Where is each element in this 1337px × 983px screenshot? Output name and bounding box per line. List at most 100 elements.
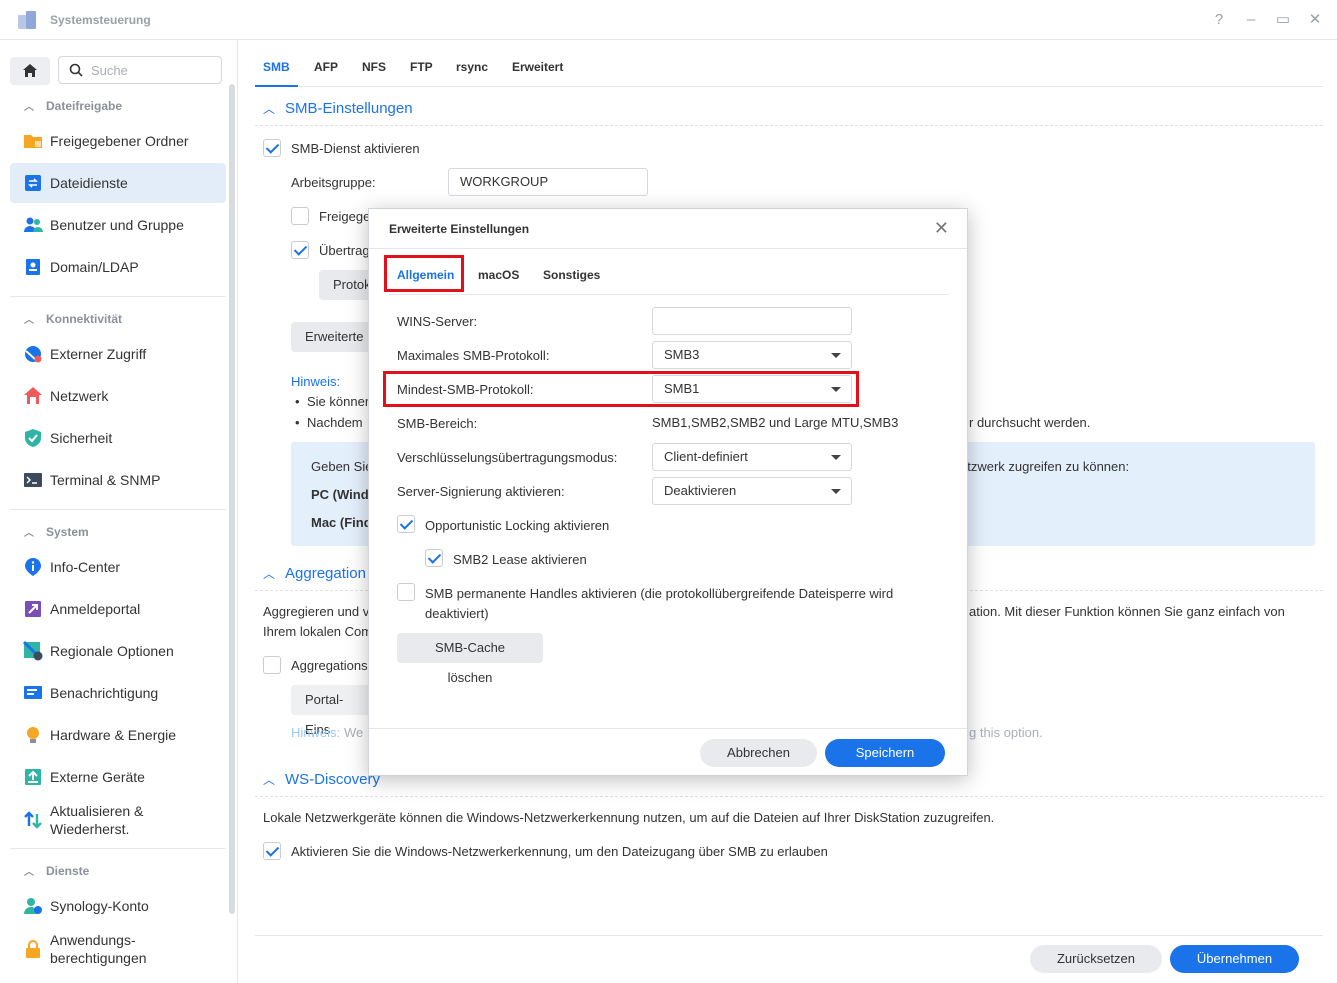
signing-label: Server-Signierung aktivieren: (397, 484, 565, 499)
help-icon[interactable]: ? (1211, 10, 1227, 30)
control-panel-icon (16, 9, 38, 31)
encryption-select[interactable]: Client-definiert (652, 443, 852, 471)
durable-handles-label-2: deaktiviert) (425, 606, 489, 621)
share-label: Freigege (319, 209, 371, 224)
smb-section-header[interactable]: ︿ SMB-Einstellungen (263, 100, 413, 117)
sidebar-item-externe-geraete[interactable]: Externe Geräte (10, 757, 226, 797)
signing-select[interactable]: Deaktivieren (652, 477, 852, 505)
reset-button[interactable]: Zurücksetzen (1030, 945, 1162, 973)
sidebar-item-benutzer-gruppe[interactable]: Benutzer und Gruppe (10, 205, 226, 245)
transfer-checkbox[interactable] (291, 241, 309, 259)
section-dateifreigabe[interactable]: ︿ Dateifreigabe (24, 98, 123, 114)
aggregation-desc-1-tail: ation. Mit dieser Funktion können Sie ga… (969, 604, 1285, 619)
info-mac: Mac (Find (311, 515, 372, 530)
aggregation-checkbox[interactable] (263, 656, 281, 674)
search-input[interactable]: Suche (58, 56, 222, 84)
terminal-icon (22, 469, 44, 491)
workgroup-input[interactable]: WORKGROUP (448, 168, 648, 196)
wins-input[interactable] (652, 307, 852, 335)
aggregation-hint-label: Hinweis: (291, 725, 341, 740)
chevron-up-icon: ︿ (263, 773, 276, 787)
chevron-up-icon: ︿ (263, 102, 276, 116)
sidebar-item-domain-ldap[interactable]: Domain/LDAP (10, 247, 226, 287)
regional-options-icon (22, 640, 44, 662)
sidebar-item-terminal-snmp[interactable]: Terminal & SNMP (10, 460, 226, 500)
cancel-button[interactable]: Abbrechen (700, 739, 817, 767)
lightbulb-icon (22, 724, 44, 746)
advanced-settings-dialog: Erweiterte Einstellungen ✕ Allgemein mac… (368, 208, 968, 776)
section-label: Dateifreigabe (46, 98, 123, 113)
tab-afp[interactable]: AFP (314, 60, 338, 74)
chevron-up-icon: ︿ (24, 102, 34, 113)
workgroup-label: Arbeitsgruppe: (291, 175, 376, 190)
sidebar-item-synology-konto[interactable]: Synology-Konto (10, 886, 226, 926)
lease-label: SMB2 Lease aktivieren (453, 552, 587, 567)
search-icon (69, 63, 83, 77)
ws-discovery-section-header[interactable]: ︿ WS-Discovery (263, 771, 380, 788)
sidebar-item-benachrichtigung[interactable]: Benachrichtigung (10, 673, 226, 713)
aggregation-checkbox-label: Aggregations (291, 658, 368, 673)
sidebar-item-label: Dateidienste (50, 175, 128, 191)
sidebar-item-freigegebener-ordner[interactable]: Freigegebener Ordner (10, 121, 226, 161)
maximize-icon[interactable]: ▭ (1275, 10, 1291, 30)
sidebar-item-anwendungsberechtigungen[interactable]: Anwendungs-berechtigungen (10, 928, 226, 970)
sidebar-item-netzwerk[interactable]: Netzwerk (10, 376, 226, 416)
home-button[interactable] (10, 57, 50, 85)
tab-nfs[interactable]: NFS (362, 60, 386, 74)
sidebar-scrollbar[interactable] (229, 84, 235, 914)
info-text-1-tail: etzwerk zugreifen zu können: (960, 459, 1130, 474)
section-system[interactable]: ︿ System (24, 524, 89, 540)
lease-checkbox[interactable] (425, 549, 443, 567)
tab-sonstiges[interactable]: Sonstiges (543, 268, 600, 282)
tab-erweitert[interactable]: Erweitert (512, 60, 563, 74)
sidebar-item-info-center[interactable]: Info-Center (10, 547, 226, 587)
sidebar-item-regionale-optionen[interactable]: Regionale Optionen (10, 631, 226, 671)
sidebar-item-dateidienste[interactable]: Dateidienste (10, 163, 226, 203)
max-protocol-select[interactable]: SMB3 (652, 341, 852, 369)
select-value: Client-definiert (664, 449, 748, 464)
close-icon[interactable]: ✕ (1307, 10, 1323, 30)
sidebar-divider (10, 848, 226, 849)
info-icon (22, 556, 44, 578)
smb-enable-checkbox[interactable] (263, 139, 281, 157)
wins-label: WINS-Server: (397, 314, 478, 329)
ws-discovery-checkbox[interactable] (263, 842, 281, 860)
ws-discovery-label: Aktivieren Sie die Windows-Netzwerkerken… (291, 844, 828, 859)
tab-rsync[interactable]: rsync (456, 60, 488, 74)
hint-text-1: Sie könner (307, 394, 370, 409)
footer-divider (255, 935, 1323, 936)
sidebar-item-hardware-energie[interactable]: Hardware & Energie (10, 715, 226, 755)
chevron-down-icon (831, 353, 841, 358)
durable-handles-checkbox[interactable] (397, 583, 415, 601)
share-checkbox[interactable] (291, 207, 309, 225)
section-dienste[interactable]: ︿ Dienste (24, 863, 89, 879)
sidebar-item-aktualisieren[interactable]: Aktualisieren & Wiederherst. (10, 799, 226, 841)
sidebar-item-label: Info-Center (50, 559, 121, 575)
sidebar-item-label: Terminal & SNMP (50, 472, 161, 488)
oplock-checkbox[interactable] (397, 515, 415, 533)
close-icon[interactable]: ✕ (934, 218, 949, 239)
apply-button[interactable]: Übernehmen (1170, 945, 1299, 973)
sidebar-item-label: Hardware & Energie (50, 727, 177, 743)
aggregation-section-header[interactable]: ︿ Aggregation (263, 565, 366, 582)
clear-cache-button[interactable]: SMB-Cache löschen (397, 633, 543, 685)
select-value: SMB3 (664, 347, 700, 362)
label-line-2: Wiederherst. (50, 821, 130, 837)
sidebar-item-externer-zugriff[interactable]: Externer Zugriff (10, 334, 226, 374)
tab-smb[interactable]: SMB (255, 60, 298, 87)
chevron-up-icon: ︿ (263, 567, 276, 581)
sidebar-item-label: Synology-Konto (50, 898, 149, 914)
highlight-min-protocol (383, 371, 859, 407)
minimize-icon[interactable]: – (1243, 10, 1259, 30)
external-devices-icon (22, 766, 44, 788)
section-konnektivitaet[interactable]: ︿ Konnektivität (24, 311, 123, 327)
save-button[interactable]: Speichern (825, 739, 945, 767)
network-icon (22, 385, 44, 407)
sidebar-item-sicherheit[interactable]: Sicherheit (10, 418, 226, 458)
sidebar-item-anmeldeportal[interactable]: Anmeldeportal (10, 589, 226, 629)
tab-ftp[interactable]: FTP (410, 60, 433, 74)
tab-macos[interactable]: macOS (478, 268, 519, 282)
section-label: Konnektivität (46, 311, 123, 326)
shield-icon (22, 427, 44, 449)
highlight-tab-allgemein (384, 255, 464, 292)
